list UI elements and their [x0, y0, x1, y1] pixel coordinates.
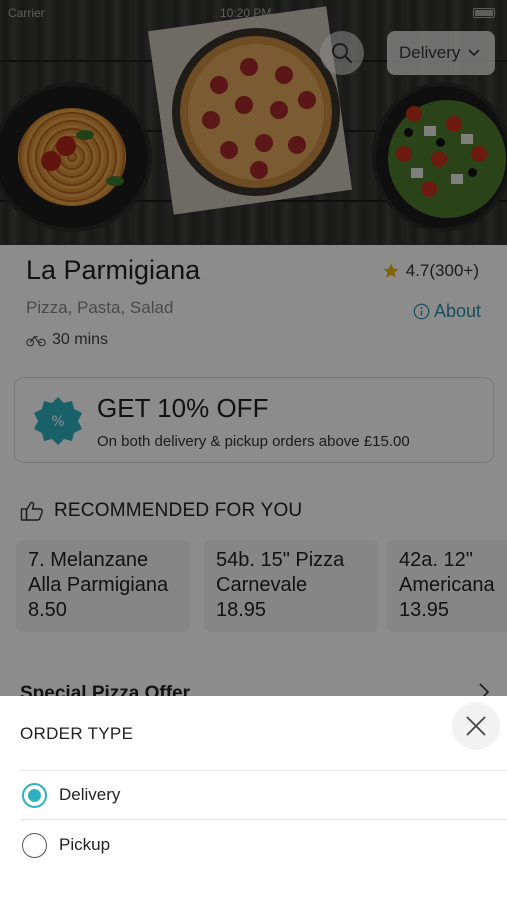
- option-label: Delivery: [59, 785, 121, 804]
- close-icon: [466, 716, 486, 736]
- radio-selected[interactable]: [22, 782, 47, 808]
- radio-unselected[interactable]: [22, 832, 47, 858]
- close-button[interactable]: [452, 702, 500, 750]
- order-option-delivery[interactable]: Delivery: [22, 775, 492, 815]
- order-type-sheet: ORDER TYPE Delivery Pickup: [0, 696, 507, 900]
- sheet-title: ORDER TYPE: [20, 724, 134, 743]
- divider: [20, 770, 507, 771]
- modal-backdrop[interactable]: [0, 0, 507, 696]
- order-option-pickup[interactable]: Pickup: [22, 825, 492, 865]
- option-label: Pickup: [59, 835, 111, 854]
- divider: [20, 819, 507, 820]
